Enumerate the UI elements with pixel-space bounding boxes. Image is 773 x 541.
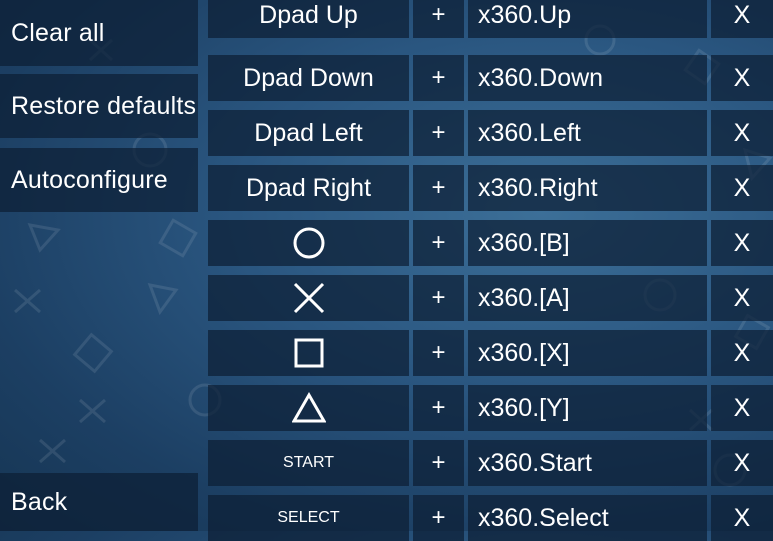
key-button[interactable] [208, 275, 409, 321]
add-mapping-button[interactable]: + [413, 385, 464, 431]
remove-mapping-button[interactable]: X [711, 165, 773, 211]
add-mapping-button[interactable]: + [413, 55, 464, 101]
circle-icon [293, 227, 324, 259]
key-button[interactable]: SELECT [208, 495, 409, 541]
mapping-value[interactable]: x360.Left [468, 110, 707, 156]
mapping-value[interactable]: x360.[Y] [468, 385, 707, 431]
mapping-value[interactable]: x360.Down [468, 55, 707, 101]
mapping-row-start: START + x360.Start X [208, 440, 773, 486]
mapping-row-triangle: + x360.[Y] X [208, 385, 773, 431]
cross-icon [293, 282, 324, 314]
remove-mapping-button[interactable]: X [711, 495, 773, 541]
mapping-value[interactable]: x360.[B] [468, 220, 707, 266]
mapping-value[interactable]: x360.[X] [468, 330, 707, 376]
remove-mapping-button[interactable]: X [711, 275, 773, 321]
key-button[interactable] [208, 330, 409, 376]
restore-defaults-button[interactable]: Restore defaults [0, 74, 198, 138]
add-mapping-button[interactable]: + [413, 330, 464, 376]
remove-mapping-button[interactable]: X [711, 385, 773, 431]
remove-mapping-button[interactable]: X [711, 0, 773, 38]
add-mapping-button[interactable]: + [413, 440, 464, 486]
key-button[interactable] [208, 385, 409, 431]
mapping-row-dpad-left: Dpad Left + x360.Left X [208, 110, 773, 156]
remove-mapping-button[interactable]: X [711, 110, 773, 156]
mapping-row-circle: + x360.[B] X [208, 220, 773, 266]
add-mapping-button[interactable]: + [413, 110, 464, 156]
add-mapping-button[interactable]: + [413, 495, 464, 541]
back-button[interactable]: Back [0, 473, 198, 531]
key-button[interactable]: START [208, 440, 409, 486]
mapping-value[interactable]: x360.Up [468, 0, 707, 38]
mapping-row-dpad-up: Dpad Up + x360.Up X [208, 0, 773, 38]
add-mapping-button[interactable]: + [413, 220, 464, 266]
square-icon [294, 338, 323, 368]
add-mapping-button[interactable]: + [413, 275, 464, 321]
mapping-row-dpad-right: Dpad Right + x360.Right X [208, 165, 773, 211]
mapping-row-square: + x360.[X] X [208, 330, 773, 376]
key-button[interactable]: Dpad Left [208, 110, 409, 156]
mapping-value[interactable]: x360.Select [468, 495, 707, 541]
mapping-value[interactable]: x360.Start [468, 440, 707, 486]
key-button[interactable]: Dpad Down [208, 55, 409, 101]
mapping-value[interactable]: x360.Right [468, 165, 707, 211]
mapping-row-cross: + x360.[A] X [208, 275, 773, 321]
mapping-value[interactable]: x360.[A] [468, 275, 707, 321]
clear-all-button[interactable]: Clear all [0, 0, 198, 66]
key-button[interactable]: Dpad Up [208, 0, 409, 38]
add-mapping-button[interactable]: + [413, 0, 464, 38]
key-button[interactable]: Dpad Right [208, 165, 409, 211]
add-mapping-button[interactable]: + [413, 165, 464, 211]
triangle-icon [291, 391, 326, 423]
autoconfigure-button[interactable]: Autoconfigure [0, 148, 198, 212]
sidebar: Clear all Restore defaults Autoconfigure… [0, 0, 200, 531]
remove-mapping-button[interactable]: X [711, 330, 773, 376]
remove-mapping-button[interactable]: X [711, 55, 773, 101]
key-button[interactable] [208, 220, 409, 266]
mapping-row-select: SELECT + x360.Select X [208, 495, 773, 541]
remove-mapping-button[interactable]: X [711, 220, 773, 266]
remove-mapping-button[interactable]: X [711, 440, 773, 486]
mapping-row-dpad-down: Dpad Down + x360.Down X [208, 55, 773, 101]
